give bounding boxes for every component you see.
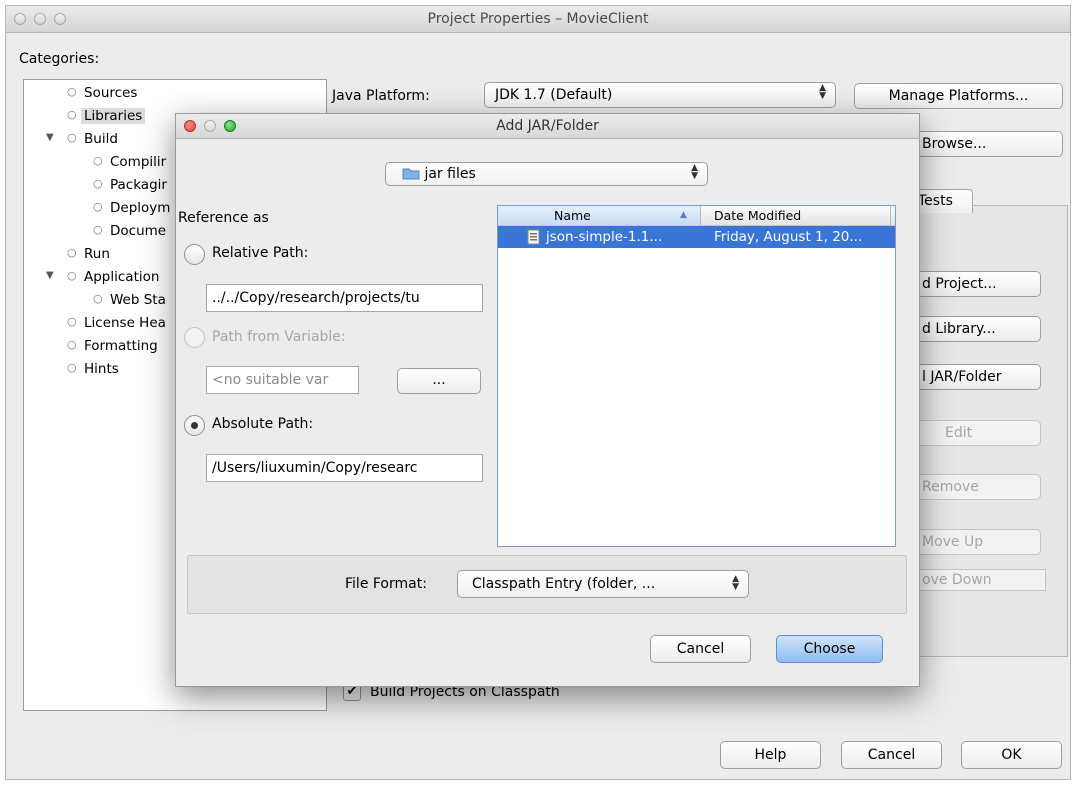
add-jar-folder-button[interactable]: l JAR/Folder <box>914 364 1041 390</box>
absolute-path-radio[interactable] <box>184 415 205 436</box>
file-format-panel: File Format: Classpath Entry (folder, ..… <box>187 555 907 614</box>
file-row[interactable]: json-simple-1.1... Friday, August 1, 20.… <box>498 226 895 248</box>
file-list[interactable]: Name ▲ Date Modified json-simple-1.1... … <box>497 205 896 547</box>
tree-node-icon: ○ <box>93 177 103 190</box>
variable-browse-button[interactable]: ... <box>397 368 481 394</box>
tree-item-deployment[interactable]: ○ Deploym <box>93 200 170 216</box>
absolute-path-field[interactable]: /Users/liuxumin/Copy/researc <box>206 454 483 482</box>
column-divider <box>890 206 891 225</box>
radio-selected-dot <box>191 422 198 429</box>
tree-node-icon: ○ <box>67 361 77 374</box>
tree-node-icon: ○ <box>67 131 77 144</box>
tree-item-hints[interactable]: ○ Hints <box>67 361 119 377</box>
sort-ascending-icon: ▲ <box>680 210 687 220</box>
java-platform-select[interactable]: JDK 1.7 (Default) ▲ ▼ <box>484 82 836 108</box>
tree-node-icon: ○ <box>93 154 103 167</box>
add-project-button[interactable]: d Project... <box>914 271 1041 297</box>
tree-node-icon: ○ <box>93 292 103 305</box>
tree-node-icon: ○ <box>67 85 77 98</box>
tree-item-web-start[interactable]: ○ Web Sta <box>93 292 166 308</box>
tree-item-packaging[interactable]: ○ Packagir <box>93 177 167 193</box>
name-column-header[interactable]: Name ▲ <box>498 206 701 225</box>
move-up-button[interactable]: Move Up <box>914 529 1041 555</box>
folder-icon <box>402 168 420 180</box>
updown-arrows-icon: ▲ ▼ <box>732 574 739 592</box>
file-row-name: json-simple-1.1... <box>546 229 663 245</box>
add-jar-folder-dialog: Add JAR/Folder jar files ▲ ▼ Reference as… <box>175 113 920 687</box>
name-column-label: Name <box>554 208 591 223</box>
file-format-label: File Format: <box>345 576 427 592</box>
tree-node-icon: ○ <box>67 246 77 259</box>
ok-button[interactable]: OK <box>961 741 1062 769</box>
add-library-button[interactable]: d Library... <box>914 316 1041 342</box>
tree-node-icon: ○ <box>67 269 77 282</box>
expand-triangle-icon[interactable]: ▼ <box>46 132 54 143</box>
path-from-variable-radio[interactable] <box>184 327 205 348</box>
path-from-variable-label: Path from Variable: <box>212 329 346 345</box>
updown-arrows-icon: ▲ ▼ <box>819 83 826 101</box>
folder-selector[interactable]: jar files ▲ ▼ <box>385 162 708 186</box>
dialog-titlebar: Add JAR/Folder <box>176 114 919 139</box>
move-down-button[interactable]: ove Down <box>914 569 1046 591</box>
manage-platforms-button[interactable]: Manage Platforms... <box>854 83 1063 109</box>
window-title: Project Properties – MovieClient <box>427 11 649 27</box>
tree-item-build[interactable]: ▼ ○ Build <box>46 131 118 147</box>
window-titlebar: Project Properties – MovieClient <box>6 6 1070 33</box>
relative-path-radio[interactable] <box>184 244 205 265</box>
absolute-path-label: Absolute Path: <box>212 416 314 432</box>
browse-button[interactable]: Browse... <box>914 131 1063 157</box>
relative-path-label: Relative Path: <box>212 245 309 261</box>
choose-button[interactable]: Choose <box>776 635 883 663</box>
file-row-date: Friday, August 1, 20... <box>714 229 863 245</box>
updown-arrows-icon: ▲ ▼ <box>691 163 698 181</box>
tree-node-icon: ○ <box>67 338 77 351</box>
date-modified-column-label[interactable]: Date Modified <box>714 208 801 223</box>
expand-triangle-icon[interactable]: ▼ <box>46 270 54 281</box>
tree-item-formatting[interactable]: ○ Formatting <box>67 338 158 354</box>
file-format-value: Classpath Entry (folder, ... <box>472 576 656 592</box>
tree-item-compiling[interactable]: ○ Compilir <box>93 154 166 170</box>
file-format-select[interactable]: Classpath Entry (folder, ... ▲ ▼ <box>457 570 749 598</box>
dialog-title: Add JAR/Folder <box>496 118 599 134</box>
jar-file-icon <box>527 229 540 245</box>
folder-selector-value: jar files <box>424 166 476 182</box>
reference-as-label: Reference as <box>178 210 269 226</box>
cancel-button[interactable]: Cancel <box>841 741 942 769</box>
java-platform-value: JDK 1.7 (Default) <box>495 87 613 103</box>
edit-button[interactable]: Edit <box>914 420 1041 446</box>
tree-item-license-headers[interactable]: ○ License Hea <box>67 315 166 331</box>
categories-label: Categories: <box>19 51 100 67</box>
tree-node-icon: ○ <box>93 200 103 213</box>
remove-button[interactable]: Remove <box>914 474 1041 500</box>
dialog-cancel-button[interactable]: Cancel <box>650 635 751 663</box>
help-button[interactable]: Help <box>720 741 821 769</box>
tree-node-icon: ○ <box>67 108 77 121</box>
tree-node-icon: ○ <box>67 315 77 328</box>
tree-item-documenting[interactable]: ○ Docume <box>93 223 166 239</box>
tree-item-sources[interactable]: ○ Sources <box>67 85 137 101</box>
file-list-header: Name ▲ Date Modified <box>498 206 895 226</box>
tree-item-libraries[interactable]: ○ Libraries <box>67 108 146 124</box>
tab-run-tests[interactable]: Tests <box>911 189 973 213</box>
path-from-variable-field[interactable]: <no suitable var <box>206 366 359 394</box>
java-platform-label: Java Platform: <box>332 88 430 104</box>
tree-node-icon: ○ <box>93 223 103 236</box>
relative-path-field[interactable]: ../../Copy/research/projects/tu <box>206 284 483 312</box>
tree-item-run[interactable]: ○ Run <box>67 246 110 262</box>
tree-item-application[interactable]: ▼ ○ Application <box>46 269 159 285</box>
